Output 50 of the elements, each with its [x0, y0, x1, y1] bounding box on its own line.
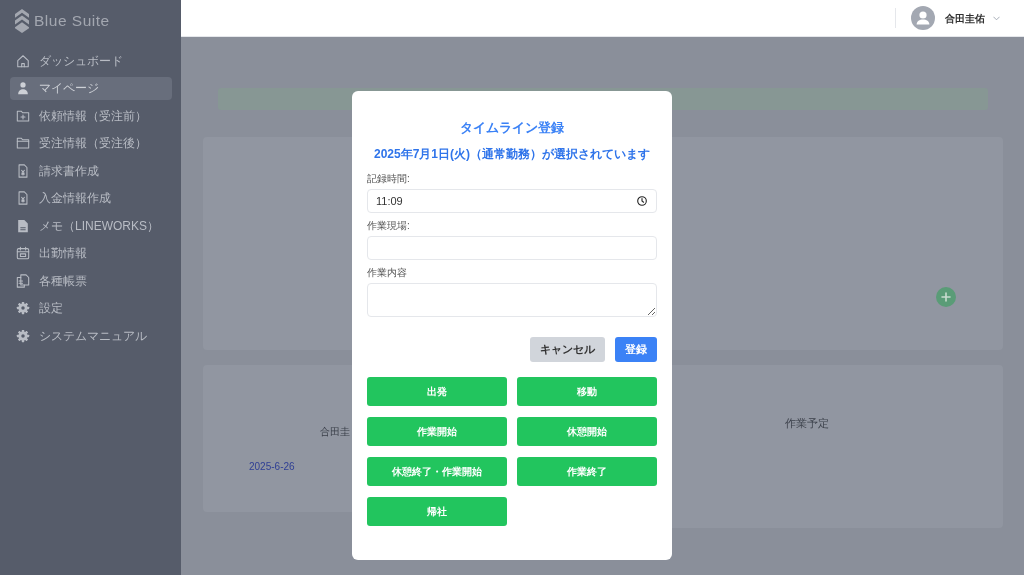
sidebar-item[interactable]: マイページ — [10, 76, 172, 100]
action-button[interactable]: 休憩開始 — [517, 417, 657, 446]
settings-icon — [16, 301, 30, 315]
field-label: 作業現場: — [367, 220, 411, 232]
folder-icon — [16, 136, 30, 150]
plus-icon — [941, 292, 951, 302]
field-label: 記録時間: — [367, 173, 411, 185]
employee-name: 合田圭 — [320, 425, 350, 439]
field-label: 作業内容 — [367, 267, 408, 279]
sidebar-item[interactable]: 出勤情報 — [10, 241, 172, 265]
add-button[interactable] — [936, 287, 956, 307]
date-link[interactable]: 2025-6-26 — [249, 459, 295, 474]
caret-icon — [993, 15, 1000, 21]
sidebar-item[interactable]: 各種帳票 — [10, 269, 172, 292]
settings-icon — [16, 328, 30, 343]
time-field[interactable]: 11:09 — [367, 189, 657, 213]
copy-icon — [16, 273, 30, 288]
folder-plus-icon — [16, 108, 30, 123]
avatar-icon — [911, 6, 935, 30]
clock-icon — [637, 196, 647, 206]
action-button[interactable]: 移動 — [517, 377, 657, 406]
chevrons-logo-icon — [15, 9, 29, 33]
home-icon — [16, 53, 30, 68]
person-icon — [16, 81, 30, 95]
dialog-subtitle: 2025年7月1日(火)（通常勤務）が選択されています — [372, 147, 651, 161]
action-button[interactable]: 出発 — [367, 377, 507, 406]
textarea-field[interactable] — [367, 283, 657, 317]
sidebar-item[interactable]: 依頼情報（受注前） — [10, 104, 172, 127]
action-button[interactable]: 帰社 — [367, 497, 507, 526]
action-button[interactable]: 作業開始 — [367, 417, 507, 446]
dialog-title: タイムライン登録 — [459, 120, 565, 136]
note-icon — [16, 218, 30, 233]
sidebar-item[interactable]: ダッシュボード — [10, 49, 172, 72]
submit-button[interactable]: 登録 — [615, 337, 657, 362]
cancel-button[interactable]: キャンセル — [530, 337, 605, 362]
yen-document-icon — [16, 191, 30, 205]
logo-text: Blue Suite — [34, 11, 110, 31]
calendar-icon — [16, 246, 30, 260]
sidebar-item[interactable]: システムマニュアル — [10, 324, 172, 347]
action-button[interactable]: 作業終了 — [517, 457, 657, 486]
sidebar-item[interactable]: メモ（LINEWORKS） — [10, 214, 172, 237]
sidebar-item[interactable]: 請求書作成 — [10, 159, 172, 182]
action-button[interactable]: 休憩終了・作業開始 — [367, 457, 507, 486]
sidebar-item[interactable]: 入金情報作成 — [10, 186, 172, 210]
sidebar-item[interactable]: 受注情報（受注後） — [10, 131, 172, 155]
text-field[interactable] — [367, 236, 657, 260]
sidebar-item[interactable]: 設定 — [10, 296, 172, 320]
yen-document-icon — [16, 163, 30, 178]
user-menu-button[interactable]: 合田圭佑 — [945, 10, 1000, 26]
schedule-heading: 作業予定 — [784, 416, 829, 431]
